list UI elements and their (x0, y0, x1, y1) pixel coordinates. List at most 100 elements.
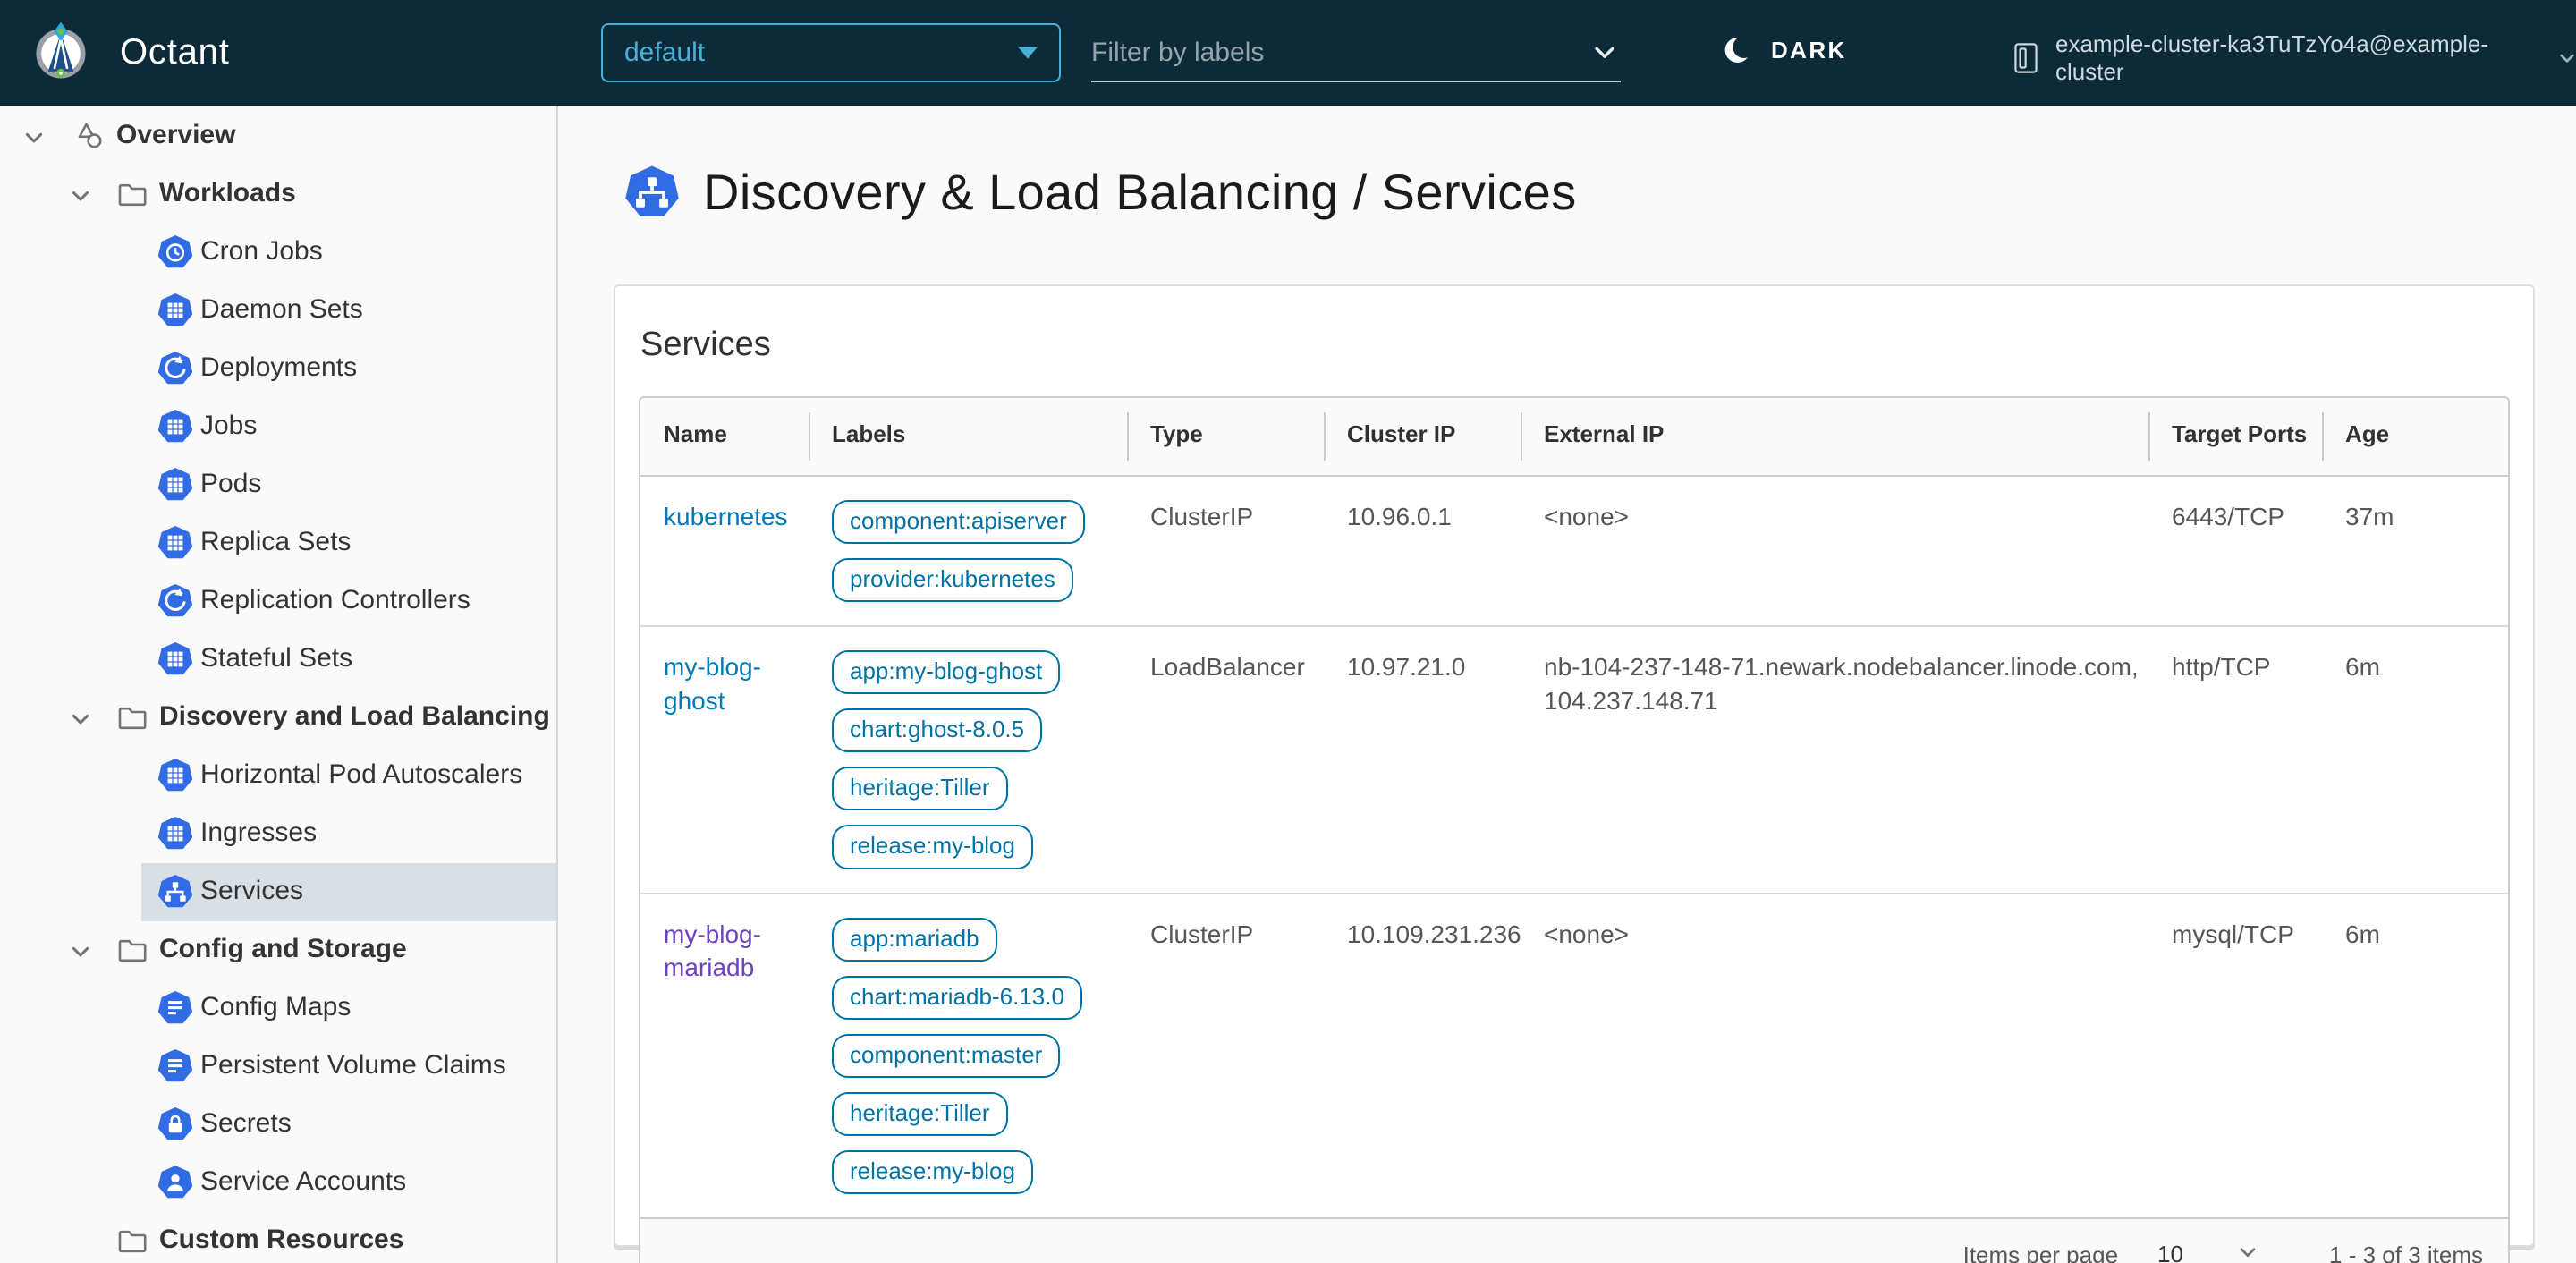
external-ip-cell: nb-104-237-148-71.newark.nodebalancer.li… (1521, 627, 2148, 892)
items-per-page-label: Items per page (1962, 1241, 2119, 1263)
sidebar-item-custom-resources[interactable]: Custom Resources (0, 1212, 556, 1263)
items-per-page-select[interactable]: 10 (2157, 1233, 2258, 1263)
sidebar-item-jobs[interactable]: Jobs (0, 398, 556, 456)
external-ip-line: nb-104-237-148-71.newark.nodebalancer.li… (1544, 653, 2139, 682)
chevron-down-icon (2558, 49, 2576, 67)
page-title: Discovery & Load Balancing / Services (624, 163, 1577, 221)
folder-icon (114, 1223, 150, 1259)
card-title: Services (640, 326, 771, 363)
services-table: Name Labels Type Cluster IP External IP Targe… (639, 396, 2510, 1263)
external-ip-cell: <none> (1521, 894, 2148, 1217)
moon-icon (1721, 32, 1757, 68)
sidebar-item-label: Service Accounts (200, 1166, 407, 1196)
sidebar-item-cron-jobs[interactable]: Cron Jobs (0, 224, 556, 282)
sidebar-item-persistent-volume-claims[interactable]: Persistent Volume Claims (0, 1038, 556, 1096)
sidebar-nav: Overview Workloads Cron Jobs Daemon Sets Dep… (0, 106, 558, 1263)
sidebar-item-horizontal-pod-autoscalers[interactable]: Horizontal Pod Autoscalers (0, 747, 556, 805)
labels-cell: app:mariadb chart:mariadb-6.13.0 component… (809, 894, 1127, 1217)
target-ports-cell: mysql/TCP (2172, 920, 2294, 948)
table-footer: Items per page 10 1 - 3 of 3 items (640, 1217, 2508, 1263)
theme-label: DARK (1771, 36, 1847, 64)
external-ip-line: <none> (1544, 920, 1629, 948)
age-cell: 6m (2345, 920, 2380, 948)
type-cell: ClusterIP (1150, 503, 1254, 530)
caret-down-icon (1018, 47, 1038, 59)
label-filter-input[interactable]: Filter by labels (1091, 25, 1621, 82)
octant-logo-icon (27, 18, 95, 86)
app-header: Octant default Filter by labels DARK exa… (0, 0, 2576, 106)
sidebar-item-label: Replica Sets (200, 527, 352, 556)
sidebar-item-secrets[interactable]: Secrets (0, 1096, 556, 1154)
external-ip-line: 104.237.148.71 (1544, 686, 1718, 715)
sidebar-item-services[interactable]: Services (0, 863, 556, 921)
label-chip[interactable]: heritage:Tiller (832, 1091, 1008, 1136)
theme-toggle-button[interactable]: DARK (1721, 32, 1847, 68)
label-chip[interactable]: chart:mariadb-6.13.0 (832, 975, 1082, 1020)
sidebar-item-label: Custom Resources (159, 1225, 404, 1254)
label-chip[interactable]: release:my-blog (832, 1149, 1033, 1195)
sidebar-item-config-maps[interactable]: Config Maps (0, 979, 556, 1038)
label-chip[interactable]: chart:ghost-8.0.5 (832, 708, 1043, 753)
column-header-age: Age (2322, 398, 2508, 475)
name-cell: kubernetes (640, 477, 809, 625)
sidebar-item-label: Persistent Volume Claims (200, 1050, 506, 1080)
sidebar-item-label: Deployments (200, 352, 358, 382)
context-selector[interactable]: example-cluster-ka3TuTzYo4a@example-clus… (2011, 30, 2576, 86)
sidebar-item-pods[interactable]: Pods (0, 456, 556, 514)
sidebar-item-ingresses[interactable]: Ingresses (0, 805, 556, 863)
sidebar-item-workloads[interactable]: Workloads (0, 165, 556, 224)
sidebar-item-label: Overview (116, 120, 236, 149)
service-link-kubernetes[interactable]: kubernetes (664, 503, 788, 530)
chevron-down-icon[interactable] (70, 183, 91, 205)
cluster-ip-cell: 10.109.231.236 (1347, 920, 1521, 948)
sidebar-item-label: Config and Storage (159, 934, 407, 963)
label-chip[interactable]: app:mariadb (832, 917, 997, 962)
table-header-row: Name Labels Type Cluster IP External IP Targe… (640, 398, 2508, 477)
sidebar-item-label: Pods (200, 469, 262, 498)
namespace-select[interactable]: default (601, 23, 1061, 82)
target-ports-cell: 6443/TCP (2172, 503, 2285, 530)
page-title-text: Discovery & Load Balancing / Services (703, 164, 1577, 220)
service-link-my-blog-ghost[interactable]: my-blog-ghost (664, 653, 761, 715)
job-icon (157, 409, 193, 445)
deployment-icon (157, 351, 193, 386)
sidebar-item-label: Replication Controllers (200, 585, 470, 615)
chevron-down-icon[interactable] (70, 707, 91, 728)
sidebar-item-replica-sets[interactable]: Replica Sets (0, 514, 556, 572)
chevron-down-icon[interactable] (23, 125, 45, 147)
label-chip[interactable]: component:apiserver (832, 500, 1085, 545)
label-chip[interactable]: provider:kubernetes (832, 558, 1073, 603)
sidebar-item-config-and-storage[interactable]: Config and Storage (0, 921, 556, 979)
sidebar-item-discovery-and-load-balancing[interactable]: Discovery and Load Balancing (0, 689, 556, 747)
sidebar-item-service-accounts[interactable]: Service Accounts (0, 1154, 556, 1212)
daemon-set-icon (157, 292, 193, 328)
sidebar-item-label: Discovery and Load Balancing (159, 701, 550, 731)
sidebar-item-stateful-sets[interactable]: Stateful Sets (0, 631, 556, 689)
chevron-down-icon[interactable] (70, 939, 91, 961)
sidebar-item-daemon-sets[interactable]: Daemon Sets (0, 282, 556, 340)
label-chip[interactable]: heritage:Tiller (832, 767, 1008, 811)
service-link-my-blog-mariadb[interactable]: my-blog-mariadb (664, 920, 761, 982)
services-card: Services Name Labels Type Cluster IP Externa… (614, 284, 2535, 1263)
table-row-kubernetes: kubernetes component:apiserver provider:ku… (640, 477, 2508, 626)
folder-icon (114, 699, 150, 735)
main-content: Discovery & Load Balancing / Services Se… (560, 106, 2576, 1263)
target-ports-cell: http/TCP (2172, 653, 2271, 682)
sidebar-item-deployments[interactable]: Deployments (0, 340, 556, 398)
folder-icon (114, 932, 150, 968)
config-map-icon (157, 990, 193, 1026)
context-value: example-cluster-ka3TuTzYo4a@example-clus… (2055, 30, 2489, 85)
age-cell: 6m (2345, 653, 2380, 682)
type-cell: LoadBalancer (1150, 653, 1305, 682)
service-icon (157, 874, 193, 910)
label-chip[interactable]: app:my-blog-ghost (832, 650, 1061, 695)
sidebar-item-replication-controllers[interactable]: Replication Controllers (0, 572, 556, 631)
label-chip[interactable]: release:my-blog (832, 825, 1033, 869)
label-chip[interactable]: component:master (832, 1033, 1061, 1078)
sidebar-item-overview[interactable]: Overview (0, 107, 556, 165)
namespace-value: default (624, 38, 706, 67)
items-per-page-value: 10 (2157, 1240, 2183, 1263)
sidebar-item-label: Ingresses (200, 818, 318, 847)
stateful-set-icon (157, 641, 193, 677)
cluster-ip-cell: 10.97.21.0 (1347, 653, 1466, 682)
